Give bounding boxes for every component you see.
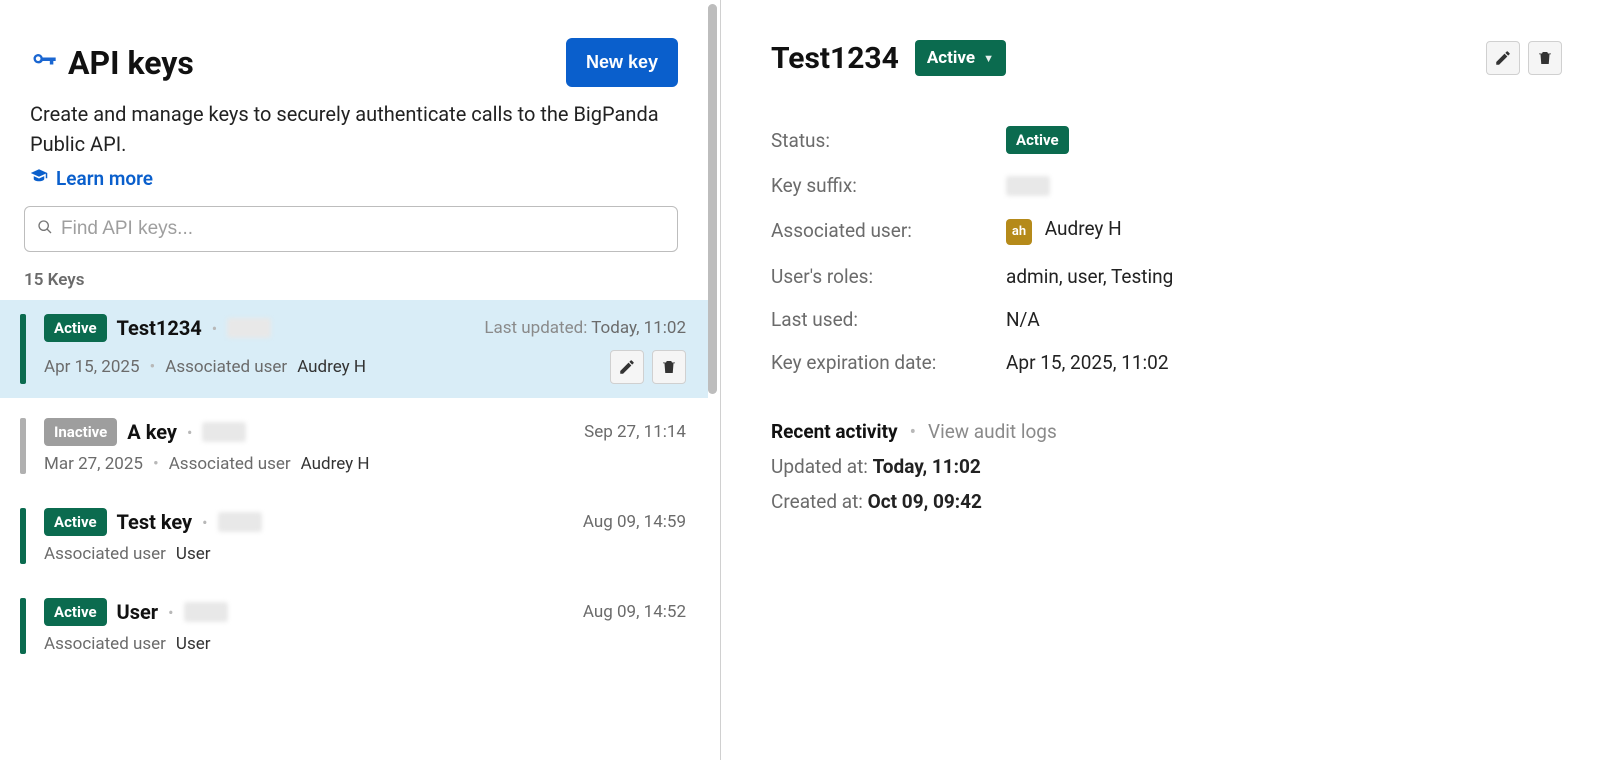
- field-expires-value: Apr 15, 2025, 11:02: [1006, 351, 1169, 374]
- field-status-value: Active: [1006, 126, 1069, 154]
- field-expires-label: Key expiration date:: [771, 351, 1006, 374]
- chevron-down-icon: ▼: [983, 52, 994, 65]
- dot-separator: •: [168, 603, 173, 622]
- view-audit-logs-link[interactable]: View audit logs: [928, 420, 1057, 443]
- last-updated: Sep 27, 11:14: [584, 422, 686, 442]
- last-updated: Aug 09, 14:52: [583, 602, 686, 622]
- search-icon: [37, 219, 53, 239]
- search-input[interactable]: [59, 217, 665, 241]
- learn-more-label: Learn more: [56, 167, 153, 190]
- field-lastused-label: Last used:: [771, 308, 1006, 331]
- updated-at-value: Today, 11:02: [873, 455, 981, 478]
- associated-user-label: Associated user: [165, 357, 287, 377]
- key-list-item[interactable]: Active Test key • Aug 09, 14:59 Associated u…: [0, 494, 708, 578]
- pencil-icon: [1494, 49, 1512, 67]
- associated-user-label: Associated user: [44, 544, 166, 564]
- last-updated-value: Aug 09, 14:59: [583, 512, 686, 532]
- updated-at-label: Updated at:: [771, 455, 868, 478]
- created-at-value: Oct 09, 09:42: [868, 490, 982, 513]
- field-user-value: Audrey H: [1045, 217, 1122, 240]
- associated-user-value: Audrey H: [297, 357, 366, 377]
- key-list: Active Test1234 • Last updated: Today, 11:0…: [0, 300, 708, 668]
- key-suffix-redacted: [227, 318, 271, 338]
- status-dropdown-label: Active: [927, 48, 975, 68]
- new-key-button[interactable]: New key: [566, 38, 678, 87]
- created-at-label: Created at:: [771, 490, 863, 513]
- edit-button[interactable]: [610, 350, 644, 384]
- avatar: ah: [1006, 219, 1032, 245]
- right-pane: Test1234 Active ▼ Status: Active Key suf…: [720, 0, 1612, 760]
- pencil-icon: [618, 358, 636, 376]
- last-updated-label: Last updated:: [484, 318, 591, 338]
- status-stripe: [20, 314, 26, 384]
- delete-button[interactable]: [1528, 41, 1562, 75]
- detail-title: Test1234: [771, 41, 899, 76]
- trash-icon: [1536, 49, 1554, 67]
- status-badge: Active: [44, 314, 107, 342]
- field-user-label: Associated user:: [771, 219, 1006, 242]
- field-suffix-value-redacted: [1006, 176, 1050, 196]
- key-suffix-redacted: [184, 602, 228, 622]
- associated-user-value: User: [176, 544, 211, 564]
- field-roles-value: admin, user, Testing: [1006, 265, 1173, 288]
- associated-user-value: User: [176, 634, 211, 654]
- key-suffix-redacted: [218, 512, 262, 532]
- trash-icon: [660, 358, 678, 376]
- last-updated: Aug 09, 14:59: [583, 512, 686, 532]
- status-badge: Active: [44, 598, 107, 626]
- left-pane: API keys New key Create and manage keys …: [0, 0, 720, 760]
- key-list-item[interactable]: Inactive A key • Sep 27, 11:14 Mar 27, 2025 •…: [0, 404, 708, 488]
- key-list-item[interactable]: Active Test1234 • Last updated: Today, 11:0…: [0, 300, 708, 398]
- key-list-item[interactable]: ActiveUser•Aug 09, 14:52Associated userU…: [0, 584, 708, 668]
- key-icon: [30, 47, 58, 79]
- graduation-cap-icon: [30, 167, 48, 190]
- dot-separator: •: [150, 357, 156, 377]
- field-status-label: Status:: [771, 129, 1006, 152]
- field-lastused-value: N/A: [1006, 308, 1040, 331]
- dot-separator: •: [153, 454, 159, 474]
- dot-separator: •: [212, 319, 217, 338]
- dot-separator: •: [910, 420, 916, 443]
- search-input-wrapper[interactable]: [24, 206, 678, 252]
- key-date: Apr 15, 2025: [44, 357, 140, 377]
- key-name: Test key: [117, 510, 193, 534]
- dot-separator: •: [202, 513, 207, 532]
- learn-more-link[interactable]: Learn more: [0, 159, 708, 206]
- activity-heading: Recent activity: [771, 420, 898, 443]
- keys-count: 15 Keys: [0, 266, 708, 300]
- page-title: API keys: [68, 44, 194, 82]
- field-roles-label: User's roles:: [771, 265, 1006, 288]
- page-description: Create and manage keys to securely authe…: [0, 87, 708, 159]
- key-date: Mar 27, 2025: [44, 454, 143, 474]
- edit-button[interactable]: [1486, 41, 1520, 75]
- last-updated-value: Aug 09, 14:52: [583, 602, 686, 622]
- status-badge: Inactive: [44, 418, 117, 446]
- status-badge: Active: [44, 508, 107, 536]
- associated-user-label: Associated user: [44, 634, 166, 654]
- key-name: Test1234: [117, 316, 202, 340]
- last-updated: Last updated: Today, 11:02: [484, 318, 686, 338]
- status-stripe: [20, 508, 26, 564]
- status-dropdown[interactable]: Active ▼: [915, 40, 1006, 76]
- dot-separator: •: [187, 423, 192, 442]
- field-suffix-label: Key suffix:: [771, 174, 1006, 197]
- key-suffix-redacted: [202, 422, 246, 442]
- key-name: A key: [127, 420, 177, 444]
- key-name: User: [117, 600, 159, 624]
- scrollbar-thumb[interactable]: [708, 4, 717, 394]
- delete-button[interactable]: [652, 350, 686, 384]
- status-stripe: [20, 418, 26, 474]
- associated-user-label: Associated user: [169, 454, 291, 474]
- associated-user-value: Audrey H: [301, 454, 370, 474]
- last-updated-value: Sep 27, 11:14: [584, 422, 686, 442]
- status-stripe: [20, 598, 26, 654]
- last-updated-value: Today, 11:02: [591, 318, 686, 338]
